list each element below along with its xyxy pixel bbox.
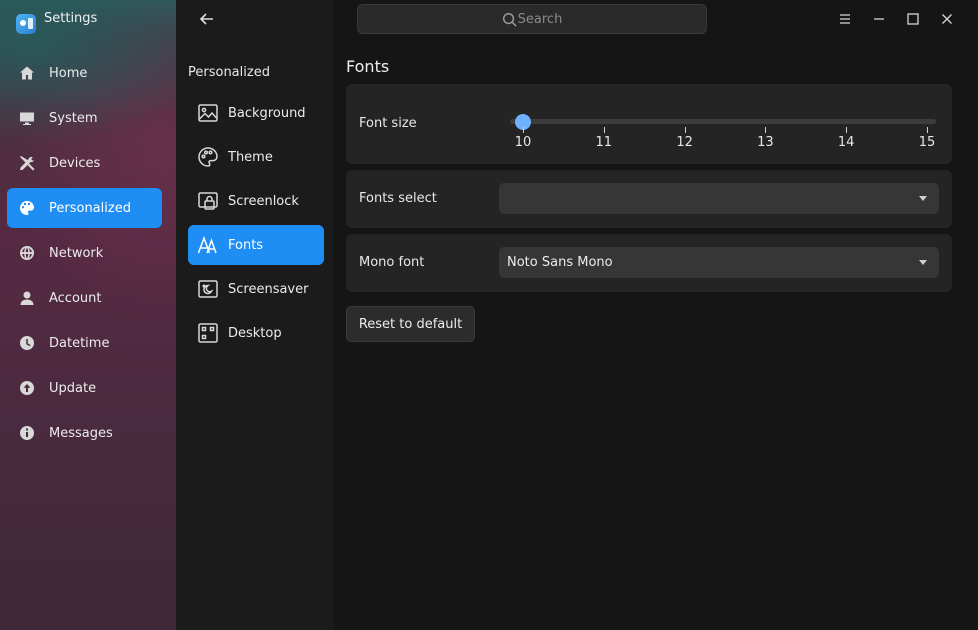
settings-app-icon bbox=[16, 14, 36, 34]
fonts-select-card: Fonts select bbox=[346, 170, 952, 228]
arrow-left-icon bbox=[199, 13, 213, 25]
mono-font-dropdown[interactable]: Noto Sans Mono bbox=[499, 247, 939, 278]
clock-icon bbox=[18, 334, 36, 352]
sidebar-item-devices[interactable]: Devices bbox=[7, 143, 162, 183]
mono-font-label: Mono font bbox=[359, 255, 425, 270]
hamburger-menu-icon bbox=[840, 14, 850, 24]
info-icon bbox=[18, 424, 36, 442]
fonts-icon bbox=[196, 233, 220, 257]
font-size-label: Font size bbox=[359, 116, 417, 131]
sidebar-nav: Home System Devices Personalized Network bbox=[7, 53, 162, 458]
slider-tick-label: 13 bbox=[757, 135, 774, 150]
maximize-icon bbox=[907, 13, 919, 25]
sub-nav-list: Background Theme Screenlock Fonts Screen… bbox=[188, 93, 324, 357]
slider-tick-label: 11 bbox=[595, 135, 613, 150]
sub-nav-label: Screenlock bbox=[228, 193, 299, 209]
slider-tick bbox=[603, 127, 605, 133]
page-title: Fonts bbox=[346, 57, 390, 76]
sub-nav-item-screenlock[interactable]: Screenlock bbox=[188, 181, 324, 221]
sidebar-item-label: Messages bbox=[49, 425, 113, 441]
slider-tick-label: 12 bbox=[676, 135, 693, 150]
app-title-area: Settings bbox=[16, 8, 97, 34]
sidebar-item-personalized[interactable]: Personalized bbox=[7, 188, 162, 228]
sidebar-item-update[interactable]: Update bbox=[7, 368, 162, 408]
sidebar-item-account[interactable]: Account bbox=[7, 278, 162, 318]
globe-icon bbox=[18, 244, 36, 262]
slider-tick-label: 10 bbox=[514, 135, 532, 150]
update-icon bbox=[18, 379, 36, 397]
monitor-icon bbox=[18, 109, 36, 127]
search-icon bbox=[502, 12, 517, 27]
sidebar-item-label: Devices bbox=[49, 155, 101, 171]
search-input[interactable]: Search bbox=[357, 4, 707, 34]
menu-button[interactable] bbox=[834, 8, 856, 30]
sidebar-item-label: Update bbox=[49, 380, 97, 396]
image-icon bbox=[196, 101, 220, 125]
slider-tick bbox=[523, 127, 524, 133]
sidebar-item-label: System bbox=[49, 110, 98, 126]
home-icon bbox=[18, 64, 36, 82]
sub-nav-label: Background bbox=[228, 105, 306, 121]
sidebar-item-label: Account bbox=[49, 290, 102, 306]
sidebar-item-label: Network bbox=[49, 245, 104, 261]
mono-font-card: Mono font Noto Sans Mono bbox=[346, 234, 952, 292]
theme-palette-icon bbox=[196, 145, 220, 169]
sub-nav-item-fonts[interactable]: Fonts bbox=[188, 225, 324, 265]
sidebar-item-datetime[interactable]: Datetime bbox=[7, 323, 162, 363]
fonts-settings-panel: Search Fonts Font size 10 11 12 13 14 15 Font… bbox=[334, 0, 978, 630]
sub-nav-title: Personalized bbox=[188, 65, 270, 80]
user-icon bbox=[18, 289, 36, 307]
slider-tick bbox=[927, 127, 928, 133]
sub-nav-label: Desktop bbox=[228, 325, 282, 341]
sidebar-item-system[interactable]: System bbox=[7, 98, 162, 138]
desktop-icon bbox=[196, 321, 220, 345]
fonts-select-label: Fonts select bbox=[359, 191, 437, 206]
sub-nav-item-desktop[interactable]: Desktop bbox=[188, 313, 324, 353]
app-title: Settings bbox=[44, 10, 98, 26]
dropdown-caret-icon bbox=[919, 196, 927, 201]
sidebar-item-label: Home bbox=[49, 65, 88, 81]
minimize-button[interactable] bbox=[868, 8, 890, 30]
sidebar-item-network[interactable]: Network bbox=[7, 233, 162, 273]
sub-nav-label: Fonts bbox=[228, 237, 264, 253]
screenlock-icon bbox=[196, 189, 220, 213]
sub-nav-item-background[interactable]: Background bbox=[188, 93, 324, 133]
sub-nav-label: Theme bbox=[228, 149, 273, 165]
slider-tick bbox=[684, 127, 686, 133]
slider-tick-label: 15 bbox=[918, 135, 936, 150]
font-size-slider-track[interactable] bbox=[510, 119, 936, 124]
font-size-card: Font size 10 11 12 13 14 15 bbox=[346, 84, 952, 164]
sub-nav-item-screensaver[interactable]: Screensaver bbox=[188, 269, 324, 309]
back-button[interactable] bbox=[196, 8, 218, 30]
slider-tick bbox=[846, 127, 848, 133]
close-button[interactable] bbox=[936, 8, 958, 30]
sidebar: Settings Home System Devices Personalize… bbox=[0, 0, 176, 630]
mono-font-value: Noto Sans Mono bbox=[507, 255, 613, 270]
reset-to-default-button[interactable]: Reset to default bbox=[346, 306, 475, 342]
sub-nav-item-theme[interactable]: Theme bbox=[188, 137, 324, 177]
palette-icon bbox=[18, 199, 36, 217]
sidebar-item-messages[interactable]: Messages bbox=[7, 413, 162, 453]
sidebar-item-label: Datetime bbox=[49, 335, 110, 351]
sidebar-item-home[interactable]: Home bbox=[7, 53, 162, 93]
window-controls bbox=[834, 8, 958, 30]
screensaver-icon bbox=[196, 277, 220, 301]
tools-icon bbox=[18, 154, 36, 172]
dropdown-caret-icon bbox=[919, 260, 927, 265]
minimize-icon bbox=[874, 18, 884, 20]
slider-tick-label: 14 bbox=[837, 135, 855, 150]
sidebar-item-label: Personalized bbox=[49, 200, 131, 216]
slider-tick bbox=[765, 127, 767, 133]
sub-nav-label: Screensaver bbox=[228, 281, 309, 297]
close-icon bbox=[942, 14, 952, 24]
maximize-button[interactable] bbox=[902, 8, 924, 30]
fonts-select-dropdown[interactable] bbox=[499, 183, 939, 214]
sub-navigation-panel: Personalized Background Theme Screenlock… bbox=[176, 0, 334, 630]
search-placeholder: Search bbox=[517, 11, 563, 27]
